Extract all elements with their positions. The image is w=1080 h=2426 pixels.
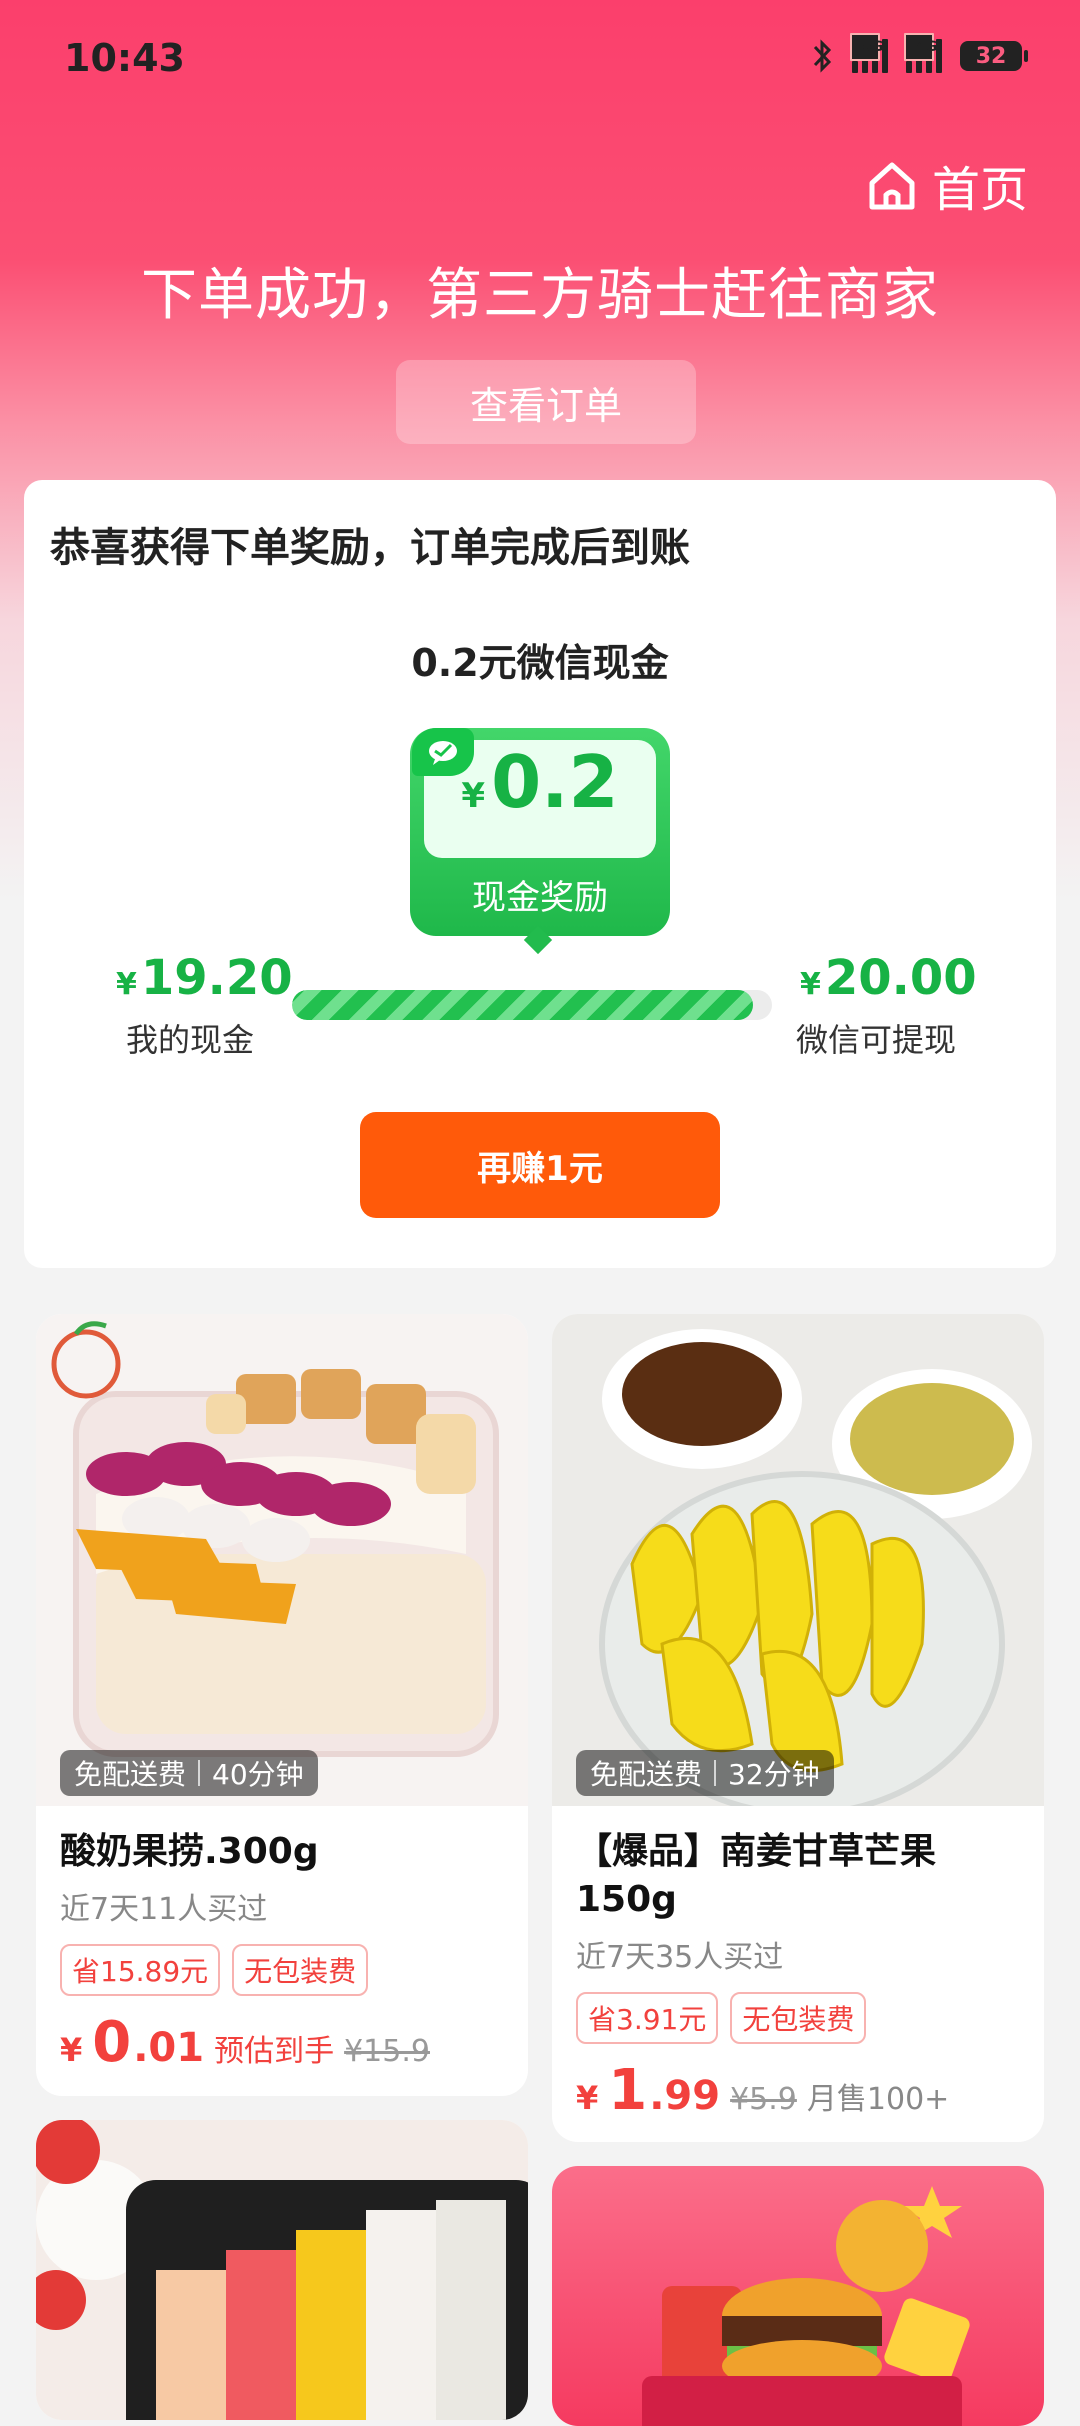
product-name: 酸奶果捞.300g [60,1831,319,1872]
delivery-badge: 免配送费 32分钟 [576,1750,834,1796]
page-title: 下单成功，第三方骑士赶往商家 [141,263,939,328]
battery-icon: 32 [960,41,1028,71]
product-image: 免配送费 32分钟 [552,1314,1044,1806]
withdraw-value: 20.00 [824,950,977,1006]
price-row: ¥ 1 .99 ¥5.9 月售100+ [576,2058,1020,2123]
product-name: 【爆品】南姜甘草芒果150g [576,1831,937,1920]
price-currency: ¥ [60,2031,83,2069]
product-card[interactable]: 免配送费 40分钟 酸奶果捞.300g 近7天11人买过 省15.89元 无包装… [36,1314,528,2096]
product-sold: 近7天11人买过 [60,1892,268,1927]
view-order-button[interactable]: 查看订单 [396,360,696,444]
price-decimal: .99 [649,2073,721,2119]
price-currency: ¥ [576,2079,599,2117]
delivery-fee: 免配送费 [590,1758,703,1791]
wechat-icon [412,728,474,776]
product-image: 免配送费 40分钟 [36,1314,528,1806]
estimated-label: 预估到手 [214,2034,335,2069]
home-label: 首页 [931,162,1028,218]
my-cash-label: 我的现金 [126,1021,255,1059]
promo-image [552,2166,1044,2426]
price-decimal: .01 [133,2025,205,2071]
delivery-eta: 40分钟 [212,1758,304,1791]
my-cash-value: 19.20 [140,950,293,1006]
price-integer: 0 [92,2010,132,2075]
my-cash-currency: ¥ [116,967,137,1002]
home-button[interactable]: 首页 [864,150,1028,220]
withdraw-currency: ¥ [800,967,821,1002]
product-tags: 省3.91元 无包装费 [576,1992,1020,2044]
discount-tag: 省15.89元 [60,1944,221,1996]
original-price: ¥5.9 [730,2082,797,2117]
product-card[interactable]: 免配送费 32分钟 【爆品】南姜甘草芒果150g 近7天35人买过 省3.91元… [552,1314,1044,2142]
cash-currency: ¥ [461,776,486,816]
cash-reward-label: 现金奖励 [472,878,608,918]
signal-4g-icon: 4G [904,33,942,73]
cash-title: 0.2元微信现金 [411,641,669,685]
product-image [36,2120,528,2420]
badge-divider [198,1760,201,1786]
badge-divider [714,1760,717,1786]
delivery-badge: 免配送费 40分钟 [60,1750,318,1796]
status-time: 10:43 [64,36,185,80]
bluetooth-icon [813,39,832,73]
reward-heading: 恭喜获得下单奖励，订单完成后到账 [50,525,690,571]
product-tags: 省15.89元 无包装费 [60,1944,504,1996]
battery-level: 32 [975,43,1007,69]
home-icon [869,162,915,210]
price-integer: 1 [608,2058,648,2123]
withdraw-amount: ¥20.00 [800,950,977,1006]
signal-5g-icon: 5G [850,33,888,73]
product-sold: 近7天35人买过 [576,1940,784,1975]
withdraw-label: 微信可提现 [796,1021,957,1059]
signal-4g-label: 4G [904,33,937,61]
signal-5g-label: 5G [850,33,883,61]
cash-progress-bar [292,990,772,1020]
monthly-sales: 月售100+ [806,2082,950,2117]
discount-tag: 省3.91元 [576,1992,719,2044]
promo-card[interactable] [552,2166,1044,2426]
original-price: ¥15.9 [344,2034,430,2069]
cash-amount: 0.2 [491,740,619,824]
delivery-fee: 免配送费 [74,1758,187,1791]
packaging-tag: 无包装费 [730,1992,867,2044]
status-icons: 5G 4G 32 [812,33,1028,74]
product-card[interactable] [36,2120,528,2420]
earn-more-button[interactable]: 再赚1元 [360,1112,720,1218]
cash-progress-fill [292,990,753,1020]
delivery-eta: 32分钟 [728,1758,820,1791]
my-cash-amount: ¥19.20 [116,950,293,1006]
price-row: ¥ 0 .01 预估到手 ¥15.9 [60,2010,504,2075]
packaging-tag: 无包装费 [232,1944,369,1996]
